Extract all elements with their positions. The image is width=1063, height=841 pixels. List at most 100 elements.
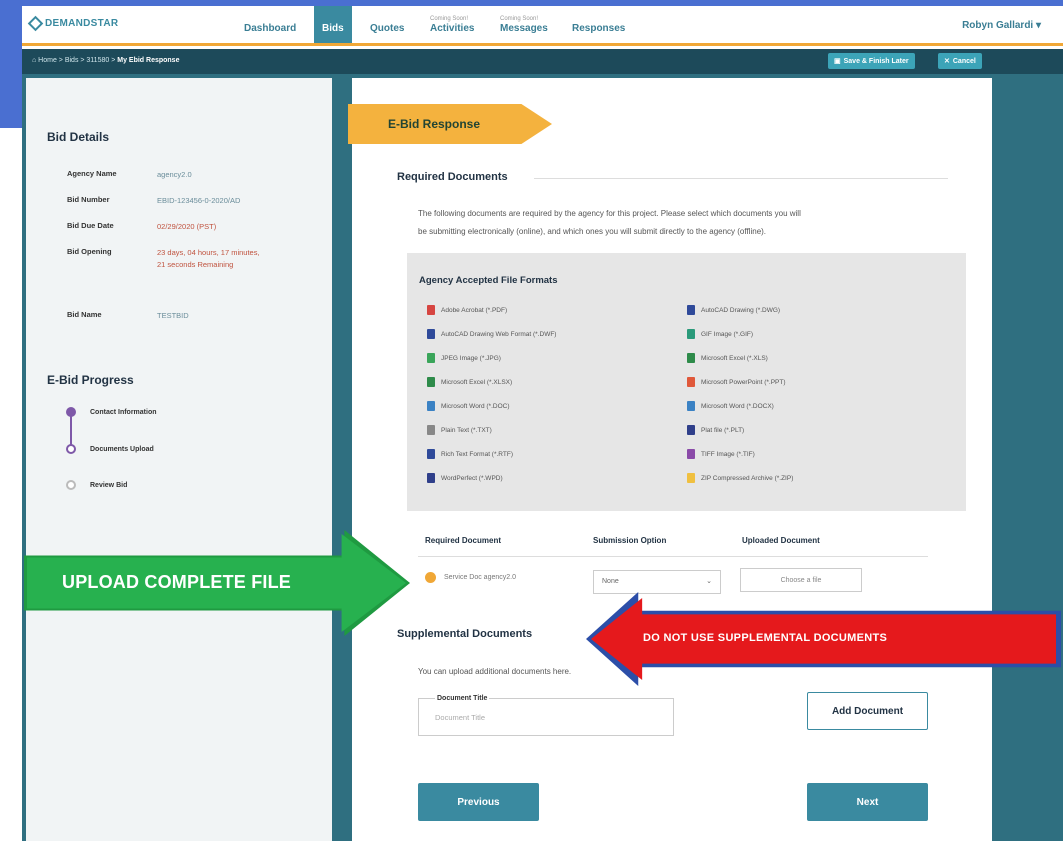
ebid-response-ribbon: E-Bid Response	[348, 104, 552, 144]
cancel-label: Cancel	[952, 57, 976, 65]
choose-file-button[interactable]: Choose a file	[740, 568, 862, 592]
file-format-item: Microsoft PowerPoint (*.PPT)	[687, 377, 786, 387]
nav-bids[interactable]: Bids	[314, 6, 352, 43]
file-icon	[427, 305, 435, 315]
step-label: Documents Upload	[90, 445, 154, 453]
cancel-button[interactable]: ✕ Cancel	[938, 53, 982, 69]
file-icon	[687, 473, 695, 483]
file-icon	[687, 449, 695, 459]
chevron-down-icon: ⌄	[706, 578, 712, 585]
file-format-label: Plain Text (*.TXT)	[441, 426, 492, 434]
file-icon	[687, 329, 695, 339]
file-icon	[427, 377, 435, 387]
divider	[534, 178, 948, 179]
nav-responses[interactable]: Responses	[572, 6, 625, 43]
file-icon	[687, 377, 695, 387]
file-format-label: AutoCAD Drawing Web Format (*.DWF)	[441, 330, 557, 338]
detail-key: Bid Due Date	[67, 221, 114, 230]
required-description-line1: The following documents are required by …	[418, 209, 801, 218]
next-button[interactable]: Next	[807, 783, 928, 821]
coming-soon-label: Coming Soon!	[500, 16, 539, 22]
nav-activities-label: Activities	[430, 23, 475, 34]
supplemental-description: You can upload additional documents here…	[418, 667, 572, 676]
file-format-item: Microsoft Word (*.DOC)	[427, 401, 510, 411]
detail-key: Agency Name	[67, 169, 117, 178]
accepted-formats-panel: Agency Accepted File Formats Adobe Acrob…	[407, 253, 966, 511]
logo-icon	[27, 15, 44, 32]
detail-value: 23 days, 04 hours, 17 minutes, 21 second…	[157, 248, 260, 269]
file-format-label: GIF Image (*.GIF)	[701, 330, 754, 338]
nav-activities[interactable]: Coming Soon! Activities	[430, 6, 474, 43]
file-format-label: Microsoft Excel (*.XLSX)	[441, 378, 513, 386]
logo-text: DEMANDSTAR	[45, 18, 119, 29]
accepted-formats-title: Agency Accepted File Formats	[419, 275, 558, 286]
column-required-document: Required Document	[425, 536, 502, 545]
file-format-item: JPEG Image (*.JPG)	[427, 353, 501, 363]
top-navigation: DEMANDSTAR Dashboard Bids Quotes Coming …	[22, 6, 1063, 46]
breadcrumb-current: My Ebid Response	[117, 57, 180, 64]
required-description-line2: be submitting electronically (online), a…	[418, 227, 767, 236]
file-format-item: Plat file (*.PLT)	[687, 425, 744, 435]
nav-dashboard[interactable]: Dashboard	[244, 6, 296, 43]
file-format-item: WordPerfect (*.WPD)	[427, 473, 503, 483]
add-document-button[interactable]: Add Document	[807, 692, 928, 730]
save-finish-later-label: Save & Finish Later	[843, 57, 909, 65]
file-format-label: Microsoft Word (*.DOCX)	[701, 402, 774, 410]
background-band-left	[0, 0, 22, 128]
file-format-item: Microsoft Excel (*.XLS)	[687, 353, 768, 363]
step-pending-icon	[66, 480, 76, 490]
file-icon	[687, 353, 695, 363]
nav-quotes-label: Quotes	[370, 23, 405, 34]
file-icon	[687, 401, 695, 411]
column-submission-option: Submission Option	[593, 536, 667, 545]
file-icon	[687, 305, 695, 315]
file-icon	[427, 473, 435, 483]
required-documents-title: Required Documents	[397, 171, 508, 183]
progress-step-documents[interactable]: Documents Upload	[66, 444, 154, 454]
nav-dashboard-label: Dashboard	[244, 23, 297, 34]
file-format-label: JPEG Image (*.JPG)	[441, 354, 501, 362]
column-uploaded-document: Uploaded Document	[742, 536, 820, 545]
step-complete-icon	[66, 407, 76, 417]
detail-value: agency2.0	[157, 170, 192, 179]
file-format-label: WordPerfect (*.WPD)	[441, 474, 503, 482]
required-status-icon	[425, 572, 436, 583]
file-format-item: Microsoft Excel (*.XLSX)	[427, 377, 512, 387]
file-format-label: Plat file (*.PLT)	[701, 426, 745, 434]
step-label: Review Bid	[90, 481, 128, 489]
previous-button[interactable]: Previous	[418, 783, 539, 821]
required-document-name: Service Doc agency2.0	[444, 574, 516, 581]
file-format-label: Microsoft Excel (*.XLS)	[701, 354, 768, 362]
detail-key: Bid Opening	[67, 247, 112, 256]
user-menu[interactable]: Robyn Gallardi ▾	[962, 20, 1041, 31]
file-icon	[427, 401, 435, 411]
file-format-label: ZIP Compressed Archive (*.ZIP)	[701, 474, 794, 482]
detail-value: 02/29/2020 (PST)	[157, 222, 217, 231]
detail-key: Bid Number	[67, 195, 110, 204]
file-format-label: TIFF Image (*.TIF)	[701, 450, 755, 458]
breadcrumb[interactable]: ⌂ Home > Bids > 311580 > My Ebid Respons…	[32, 57, 179, 64]
logo[interactable]: DEMANDSTAR	[27, 15, 119, 32]
file-format-label: Microsoft Word (*.DOC)	[441, 402, 510, 410]
progress-step-contact[interactable]: Contact Information	[66, 407, 157, 417]
submission-option-select[interactable]: None ⌄	[593, 570, 721, 594]
progress-step-review[interactable]: Review Bid	[66, 480, 127, 490]
file-format-item: GIF Image (*.GIF)	[687, 329, 753, 339]
file-format-item: AutoCAD Drawing (*.DWG)	[687, 305, 780, 315]
upload-annotation-text: UPLOAD COMPLETE FILE	[62, 572, 291, 592]
save-finish-later-button[interactable]: ▣ Save & Finish Later	[828, 53, 915, 69]
document-title-placeholder: Document Title	[435, 713, 486, 722]
nav-responses-label: Responses	[572, 23, 626, 34]
nav-messages-label: Messages	[500, 23, 548, 34]
detail-value: EBID-123456-0-2020/AD	[157, 196, 241, 205]
breadcrumb-path[interactable]: ⌂ Home > Bids > 311580 >	[32, 57, 117, 64]
file-icon	[687, 425, 695, 435]
warning-annotation-text: DO NOT USE SUPPLEMENTAL DOCUMENTS	[643, 632, 888, 644]
document-title-field[interactable]: Document Title Document Title	[418, 695, 674, 736]
supplemental-documents-title: Supplemental Documents	[397, 628, 533, 640]
document-title-label: Document Title	[435, 695, 490, 702]
nav-quotes[interactable]: Quotes	[370, 6, 404, 43]
bid-details-title: Bid Details	[47, 130, 110, 144]
nav-messages[interactable]: Coming Soon! Messages	[500, 6, 548, 43]
file-format-item: ZIP Compressed Archive (*.ZIP)	[687, 473, 793, 483]
